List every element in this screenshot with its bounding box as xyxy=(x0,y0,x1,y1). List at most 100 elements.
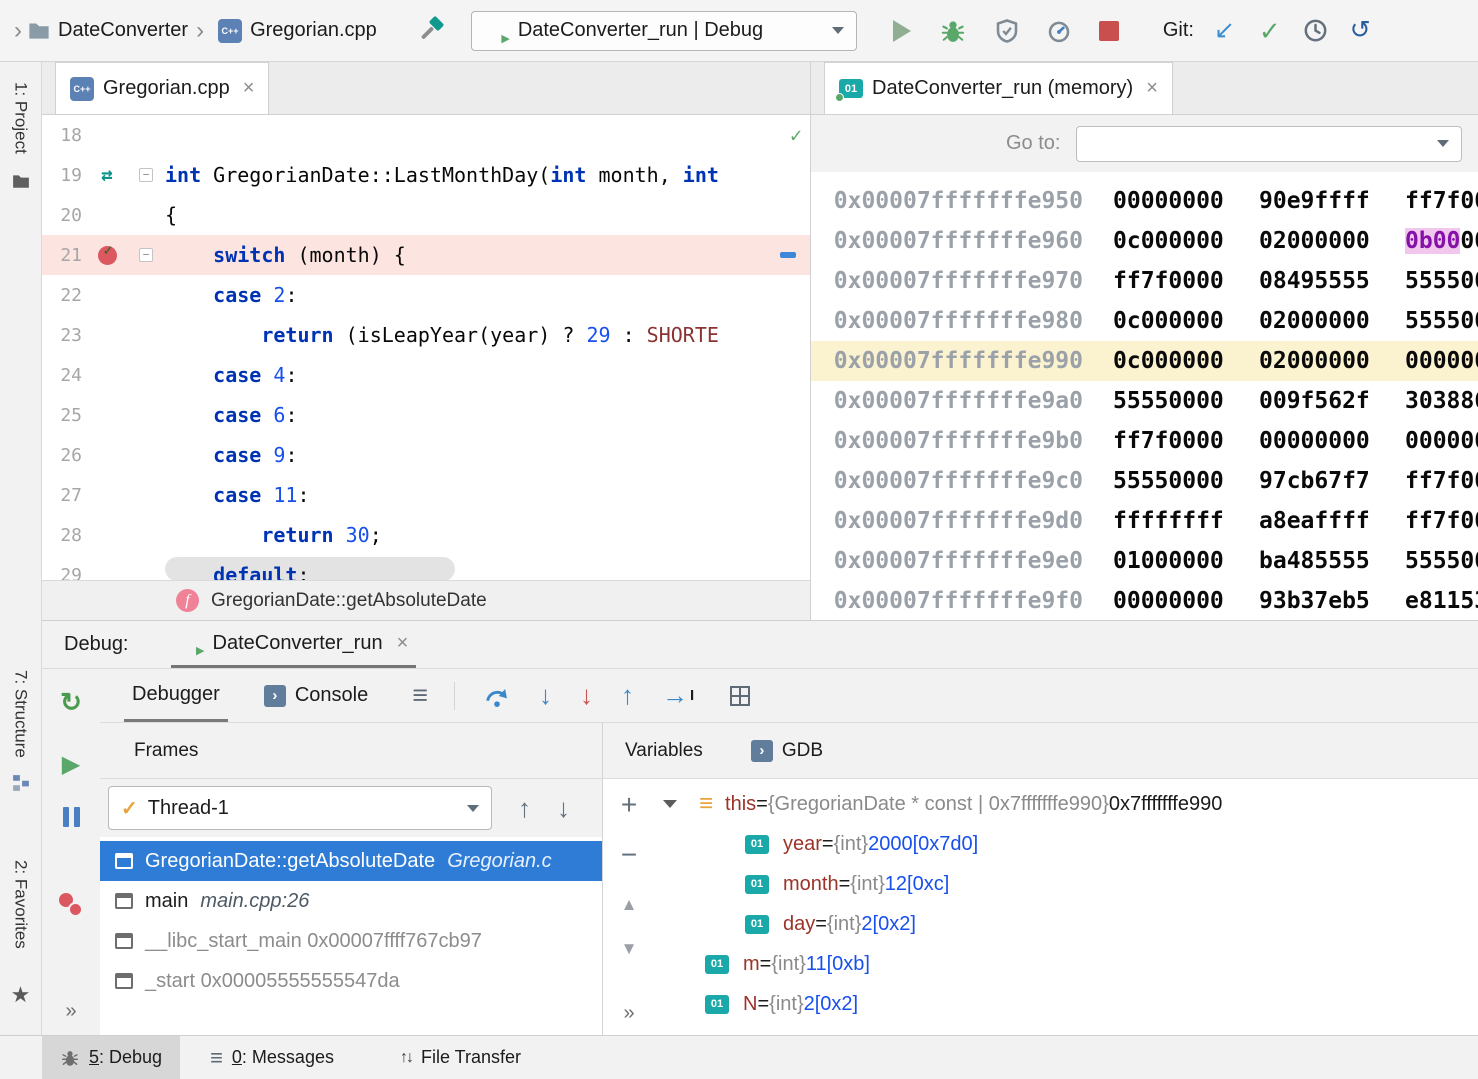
git-rollback-button[interactable]: ↺ xyxy=(1350,18,1371,43)
memory-row[interactable]: 0x00007fffffffe9f00000000093b37eb5e81153 xyxy=(811,581,1478,621)
memory-row[interactable]: 0x00007fffffffe9a055550000009f562f303886 xyxy=(811,381,1478,421)
run-button[interactable] xyxy=(893,20,911,42)
code-line[interactable]: 26 case 9: xyxy=(42,435,810,475)
memory-row[interactable]: 0x00007fffffffe9b0ff7f000000000000000000 xyxy=(811,421,1478,461)
build-icon[interactable] xyxy=(419,17,447,45)
variable-row-month[interactable]: 01 month = {int} 12 [0xc] xyxy=(655,864,1478,904)
next-frame-button[interactable]: ↓ xyxy=(557,793,570,824)
code-line[interactable]: 19 ⇄ − int GregorianDate::LastMonthDay(i… xyxy=(42,155,810,195)
tab-debugger[interactable]: Debugger xyxy=(124,669,228,722)
pause-button[interactable] xyxy=(63,807,80,827)
move-up-button[interactable]: ▲ xyxy=(621,895,638,915)
code-text[interactable]: return 30; xyxy=(160,523,382,547)
tab-variables[interactable]: Variables xyxy=(625,740,703,762)
move-down-button[interactable]: ▼ xyxy=(621,939,638,959)
memory-row[interactable]: 0x00007fffffffe9e001000000ba485555555500 xyxy=(811,541,1478,581)
code-line[interactable]: 20 { xyxy=(42,195,810,235)
memory-row[interactable]: 0x00007fffffffe9800c00000002000000555500 xyxy=(811,301,1478,341)
more-actions-button[interactable]: » xyxy=(65,1000,76,1023)
coverage-button[interactable] xyxy=(995,19,1019,43)
stripe-project-button[interactable]: 1: Project xyxy=(11,82,31,154)
git-commit-button[interactable]: ✓ xyxy=(1259,18,1281,44)
tab-console[interactable]: ›Console xyxy=(264,684,368,707)
statusbar-tab-messages[interactable]: ≡ 0: Messages xyxy=(192,1036,352,1079)
code-line[interactable]: 22 case 2: xyxy=(42,275,810,315)
step-into-button[interactable]: ↓ xyxy=(539,680,552,711)
frame-row[interactable]: __libc_start_main 0x00007ffff767cb97 xyxy=(100,921,602,961)
line-number[interactable]: 24 xyxy=(42,365,82,386)
memory-tab[interactable]: 01 DateConverter_run (memory) × xyxy=(824,62,1173,114)
debug-session-tab[interactable]: ▶ DateConverter_run × xyxy=(171,621,417,668)
chevron-expanded-icon[interactable] xyxy=(663,800,677,808)
line-number[interactable]: 21 xyxy=(42,245,82,266)
variable-row-m[interactable]: 01 m = {int} 11 [0xb] xyxy=(655,944,1478,984)
frame-row[interactable]: main main.cpp:26 xyxy=(100,881,602,921)
frame-row[interactable]: _start 0x00005555555547da xyxy=(100,961,602,1001)
memory-view-button[interactable] xyxy=(730,686,750,706)
stop-button[interactable] xyxy=(1099,21,1119,41)
run-config-select[interactable]: ▶ DateConverter_run | Debug xyxy=(471,11,857,51)
view-breakpoints-button[interactable] xyxy=(59,893,83,917)
code-line[interactable]: 23 return (isLeapYear(year) ? 29 : SHORT… xyxy=(42,315,810,355)
variable-row-N[interactable]: 01 N = {int} 2 [0x2] xyxy=(655,984,1478,1024)
breadcrumb-project[interactable]: DateConverter xyxy=(58,19,188,42)
git-update-button[interactable]: ↙ xyxy=(1214,18,1235,43)
statusbar-tab-debug[interactable]: 5: Debug xyxy=(42,1036,180,1079)
code-line[interactable]: 29 default: xyxy=(42,555,810,580)
line-number[interactable]: 19 xyxy=(42,165,82,186)
code-line[interactable]: 27 case 11: xyxy=(42,475,810,515)
code-text[interactable]: case 9: xyxy=(160,443,297,467)
previous-frame-button[interactable]: ↑ xyxy=(518,793,531,824)
close-icon[interactable]: × xyxy=(397,632,409,655)
thread-select[interactable]: ✓ Thread-1 xyxy=(108,786,492,830)
memory-row-highlighted[interactable]: 0x00007fffffffe9900c00000002000000000000 xyxy=(811,341,1478,381)
memory-row[interactable]: 0x00007fffffffe9c05555000097cb67f7ff7f00 xyxy=(811,461,1478,501)
code-text[interactable]: { xyxy=(160,203,177,227)
code-text[interactable]: case 4: xyxy=(160,363,297,387)
statusbar-tab-file-transfer[interactable]: ↑↓ File Transfer xyxy=(382,1036,539,1079)
memory-row[interactable]: 0x00007fffffffe9d0ffffffffa8eaffffff7f00 xyxy=(811,501,1478,541)
run-to-cursor-button[interactable]: →I xyxy=(662,680,694,711)
code-line[interactable]: 28 return 30; xyxy=(42,515,810,555)
navigate-swap-icon[interactable]: ⇄ xyxy=(101,164,112,186)
goto-address-input[interactable] xyxy=(1076,126,1462,162)
structure-icon[interactable] xyxy=(12,774,30,797)
code-text[interactable]: return (isLeapYear(year) ? 29 : SHORTE xyxy=(160,323,719,347)
line-number[interactable]: 25 xyxy=(42,405,82,426)
code-text[interactable]: default: xyxy=(160,563,310,580)
code-line[interactable]: 25 case 6: xyxy=(42,395,810,435)
editor-tab-gregorian[interactable]: C++ Gregorian.cpp × xyxy=(55,62,269,114)
rerun-button[interactable]: ↻ xyxy=(60,687,82,718)
code-text[interactable]: case 2: xyxy=(160,283,297,307)
add-watch-button[interactable]: + xyxy=(621,791,637,819)
memory-row[interactable]: 0x00007fffffffe970ff7f000008495555555500 xyxy=(811,261,1478,301)
fold-icon[interactable]: − xyxy=(139,248,153,262)
remove-watch-button[interactable]: − xyxy=(621,841,637,869)
code-line-breakpoint[interactable]: 21 ✓ − switch (month) { xyxy=(42,235,810,275)
code-text[interactable]: int GregorianDate::LastMonthDay(int mont… xyxy=(160,163,719,187)
code-line[interactable]: 18 xyxy=(42,115,810,155)
line-number[interactable]: 29 xyxy=(42,565,82,581)
close-icon[interactable]: × xyxy=(1146,77,1158,100)
line-number[interactable]: 28 xyxy=(42,525,82,546)
code-text[interactable]: switch (month) { xyxy=(160,243,406,267)
line-number[interactable]: 26 xyxy=(42,445,82,466)
breakpoint-icon[interactable]: ✓ xyxy=(98,246,117,265)
profiler-button[interactable] xyxy=(1047,19,1071,43)
layout-settings-icon[interactable]: ≡ xyxy=(412,680,428,711)
variable-row-this[interactable]: ≡ this = {GregorianDate * const | 0x7fff… xyxy=(655,784,1478,824)
line-number[interactable]: 27 xyxy=(42,485,82,506)
project-folder-icon[interactable] xyxy=(12,174,30,194)
memory-row[interactable]: 0x00007fffffffe9500000000090e9ffffff7f00 xyxy=(811,181,1478,221)
variable-row-day[interactable]: 01 day = {int} 2 [0x2] xyxy=(655,904,1478,944)
git-history-button[interactable] xyxy=(1303,18,1328,43)
fold-icon[interactable]: − xyxy=(139,168,153,182)
line-number[interactable]: 22 xyxy=(42,285,82,306)
tab-gdb[interactable]: ›GDB xyxy=(751,740,823,762)
breadcrumb-function[interactable]: GregorianDate::getAbsoluteDate xyxy=(211,590,487,612)
more-actions-button[interactable]: » xyxy=(623,1002,634,1025)
stripe-favorites-button[interactable]: 2: Favorites xyxy=(11,860,31,949)
code-text[interactable]: case 11: xyxy=(160,483,310,507)
stripe-structure-button[interactable]: 7: Structure xyxy=(11,670,31,758)
code-editor[interactable]: ✓ 18 19 ⇄ − int GregorianDate::LastMonth… xyxy=(42,115,810,580)
